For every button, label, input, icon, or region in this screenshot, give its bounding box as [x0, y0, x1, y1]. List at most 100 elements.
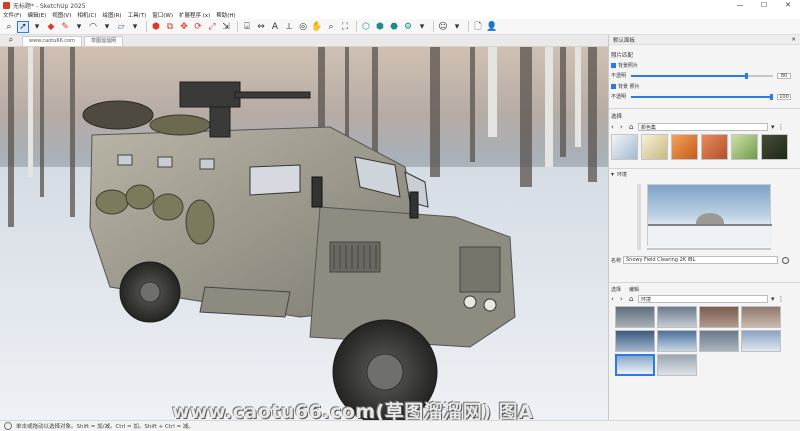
select-tool-icon[interactable]: ➚ — [17, 20, 29, 33]
dropdown-arrow-icon[interactable]: ▾ — [31, 21, 43, 33]
style-thumb[interactable] — [701, 134, 728, 160]
forward-icon[interactable]: › — [620, 295, 629, 303]
opacity-value-1[interactable]: 80 — [777, 72, 791, 79]
env-collection-select[interactable]: 环境 — [638, 295, 768, 303]
rotate-icon[interactable]: ⟳ — [192, 21, 204, 33]
extension-warehouse-icon[interactable]: ⬢ — [374, 21, 386, 33]
scale-icon[interactable]: ⤢ — [206, 21, 218, 33]
menu-help[interactable]: 帮助(H) — [216, 11, 235, 19]
user-account-icon[interactable]: 👤 — [486, 21, 498, 33]
dropdown-arrow-icon[interactable]: ▾ — [73, 21, 85, 33]
env-thumb[interactable] — [657, 306, 697, 328]
chevron-down-icon[interactable]: ▾ — [771, 295, 775, 303]
opacity-slider-1-knob[interactable] — [744, 72, 748, 79]
extension-manager-icon[interactable]: ⚙ — [402, 21, 414, 33]
toolbar-divider — [356, 21, 357, 32]
maximize-button[interactable]: ☐ — [752, 0, 776, 10]
tab-website[interactable]: www.caotu66.com — [22, 36, 83, 46]
style-thumb[interactable] — [611, 134, 638, 160]
env-thumb[interactable] — [615, 306, 655, 328]
back-icon[interactable]: ‹ — [611, 295, 620, 303]
dropdown-arrow-icon[interactable]: ▾ — [129, 21, 141, 33]
add-environment-icon[interactable] — [782, 256, 789, 264]
pencil-icon[interactable]: ✎ — [59, 21, 71, 33]
opacity-slider-2[interactable] — [631, 93, 774, 100]
forward-icon[interactable]: › — [620, 123, 629, 131]
style-thumb[interactable] — [641, 134, 668, 160]
new-file-icon[interactable]: 🗋 — [472, 21, 484, 33]
menu-view[interactable]: 视图(V) — [52, 11, 71, 19]
menu-camera[interactable]: 相机(C) — [77, 11, 96, 19]
close-button[interactable]: ✕ — [776, 0, 800, 10]
details-icon[interactable]: ⋮ — [778, 123, 785, 131]
menu-edit[interactable]: 编辑(E) — [27, 11, 46, 19]
layout-icon[interactable]: ⬣ — [388, 21, 400, 33]
status-bar: 单击或拖动以选择对象。Shift = 加/减。Ctrl = 加。Shift + … — [0, 420, 800, 431]
panel-close-icon[interactable]: ✕ — [791, 37, 796, 43]
axes-icon[interactable]: ⟂ — [283, 21, 295, 33]
follow-me-icon[interactable]: ⇲ — [220, 21, 232, 33]
dropdown-arrow-icon[interactable]: ▾ — [451, 21, 463, 33]
model-viewport[interactable] — [0, 47, 608, 420]
zoom-extents-icon[interactable]: ⛶ — [339, 21, 351, 33]
orbit-icon[interactable]: ◎ — [297, 21, 309, 33]
details-icon[interactable]: ⋮ — [778, 295, 785, 303]
opacity-value-2[interactable]: 100 — [777, 93, 791, 100]
move-icon[interactable]: ✥ — [178, 21, 190, 33]
home-icon[interactable]: ⌂ — [629, 295, 638, 303]
env-thumb[interactable] — [699, 306, 739, 328]
exposure-slider[interactable] — [637, 184, 641, 250]
dropdown-arrow-icon[interactable]: ▾ — [101, 21, 113, 33]
dropdown-arrow-icon[interactable]: ▾ — [416, 21, 428, 33]
dimension-icon[interactable]: ⇔ — [255, 21, 267, 33]
env-thumb-selected[interactable] — [615, 354, 655, 376]
bg-photo2-checkbox[interactable] — [611, 84, 616, 89]
env-thumb[interactable] — [657, 354, 697, 376]
snowy-field-preview-icon — [648, 213, 772, 247]
menu-extensions[interactable]: 扩展程序 (x) — [179, 11, 210, 19]
environment-title: 环境 — [617, 172, 628, 178]
style-thumb[interactable] — [761, 134, 788, 160]
profile-icon[interactable]: ☺ — [437, 21, 449, 33]
warehouse-icon[interactable]: ⬡ — [360, 21, 372, 33]
eraser-icon[interactable]: ◆ — [45, 21, 57, 33]
text-icon[interactable]: A — [269, 21, 281, 33]
opacity-slider-2-knob[interactable] — [770, 93, 774, 100]
zoom-icon[interactable]: ⌕ — [325, 21, 337, 33]
search-icon[interactable]: ⌕ — [3, 21, 15, 33]
search-icon[interactable]: ⌕ — [0, 34, 22, 46]
env-thumb[interactable] — [741, 330, 781, 352]
tab-caotu[interactable]: 草图溜溜网 — [84, 36, 124, 46]
rectangle-icon[interactable]: ▱ — [115, 21, 127, 33]
tab-edit[interactable]: 编辑 — [629, 286, 639, 293]
minimize-button[interactable]: — — [728, 0, 752, 10]
env-thumb[interactable] — [657, 330, 697, 352]
style-thumb[interactable] — [731, 134, 758, 160]
tape-measure-icon[interactable]: ⌸ — [241, 21, 253, 33]
env-thumb[interactable] — [615, 330, 655, 352]
push-pull-icon[interactable]: ⬢ — [150, 21, 162, 33]
menu-window[interactable]: 窗口(W) — [152, 11, 173, 19]
env-name-field[interactable]: Snowy Field Clearing 2K IBL — [623, 256, 778, 264]
menu-draw[interactable]: 绘图(R) — [102, 11, 121, 19]
opacity-slider-1[interactable] — [631, 72, 773, 79]
tab-select[interactable]: 选择 — [611, 286, 621, 293]
back-icon[interactable]: ‹ — [611, 123, 620, 131]
offset-icon[interactable]: ⧉ — [164, 21, 176, 33]
style-thumb[interactable] — [671, 134, 698, 160]
pan-icon[interactable]: ✋ — [311, 21, 323, 33]
info-icon[interactable] — [4, 422, 12, 430]
environment-header[interactable]: ▾ 环境 — [611, 171, 797, 178]
collapse-icon[interactable]: ▾ — [611, 171, 614, 178]
collection-select[interactable]: 颜色集 — [638, 123, 768, 131]
menu-file[interactable]: 文件(F) — [3, 11, 21, 19]
rotation-slider[interactable] — [647, 248, 771, 250]
photo-match-title: 照片匹配 — [611, 53, 634, 59]
arc-icon[interactable]: ◠ — [87, 21, 99, 33]
env-thumb[interactable] — [741, 306, 781, 328]
menu-tools[interactable]: 工具(T) — [128, 11, 147, 19]
chevron-down-icon[interactable]: ▾ — [771, 123, 775, 131]
bg-photo-checkbox[interactable] — [611, 63, 616, 68]
home-icon[interactable]: ⌂ — [629, 123, 638, 131]
env-thumb[interactable] — [699, 330, 739, 352]
